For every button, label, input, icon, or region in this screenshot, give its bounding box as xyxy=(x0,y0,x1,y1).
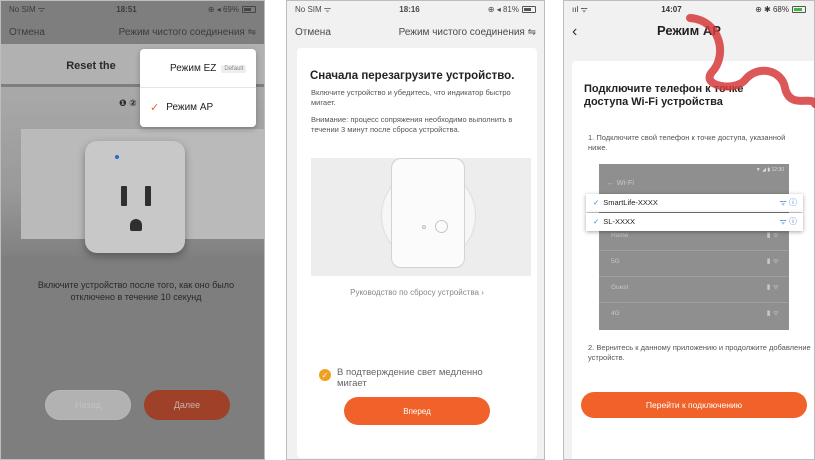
clock: 18:51 xyxy=(116,5,137,14)
smart-plug-image xyxy=(85,141,185,253)
next-button[interactable]: Далее xyxy=(144,390,230,420)
divider xyxy=(140,87,256,88)
network-name: SmartLife-XXXX xyxy=(603,198,658,207)
clock: 14:07 xyxy=(661,5,682,14)
device-illustration xyxy=(311,158,531,276)
signal-text: ııl ᯤ xyxy=(572,5,588,14)
screen-ez-mode-reset: No SIM ᯤ 18:51 ⊕ ◂ 69% Отмена Режим чист… xyxy=(0,0,265,460)
network-row: 4G ▮ ᯤ xyxy=(599,302,789,324)
clock: 18:16 xyxy=(399,5,420,14)
mode-dropdown: Режим EZ Default ✓ Режим AP xyxy=(140,49,256,127)
battery-icon xyxy=(241,6,256,14)
confirm-checkbox[interactable]: ✓ В подтверждение свет медленно мигает xyxy=(319,367,507,389)
back-button[interactable]: Назад xyxy=(45,390,131,420)
go-to-connection-button[interactable]: Перейти к подключению xyxy=(581,392,807,418)
carrier-text: No SIM ᯤ xyxy=(9,5,46,14)
option-ez-mode[interactable]: Режим EZ Default xyxy=(170,63,247,74)
lock-wifi-icon: ▮ ᯤ xyxy=(766,258,779,265)
led-dot-icon xyxy=(422,225,426,229)
socket-slot-left xyxy=(121,186,127,206)
cancel-button[interactable]: Отмена xyxy=(295,27,331,38)
option-ap-mode[interactable]: ✓ Режим AP xyxy=(150,101,213,114)
content-card: Сначала перезагрузите устройство. Включи… xyxy=(297,48,537,458)
check-icon: ✓ xyxy=(593,217,600,226)
battery-status: ⊕ ✱ 68% xyxy=(755,5,806,14)
warning-note: Внимание: процесс сопряжения необходимо … xyxy=(311,115,513,134)
socket-ground-hole xyxy=(130,219,142,231)
cancel-button[interactable]: Отмена xyxy=(9,27,45,38)
content-card: Подключите телефон к точке доступа Wi-Fi… xyxy=(572,61,814,459)
screen-ap-mode: ııl ᯤ 14:07 ⊕ ✱ 68% ‹ Режим AP Подключит… xyxy=(563,0,815,460)
device-outline xyxy=(391,158,465,268)
carrier-text: No SIM ᯤ xyxy=(295,5,332,14)
screen-reset-device: No SIM ᯤ 18:16 ⊕ ◂ 81% Отмена Режим чист… xyxy=(286,0,545,460)
reset-guide-link[interactable]: Руководство по сбросу устройства › xyxy=(297,288,537,297)
status-bar: No SIM ᯤ 18:16 ⊕ ◂ 81% xyxy=(287,1,544,18)
confirm-label: В подтверждение свет медленно мигает xyxy=(337,367,483,389)
option-ez-label: Режим EZ xyxy=(170,63,217,74)
page-title: Подключите телефон к точке доступа Wi-Fi… xyxy=(584,83,744,108)
battery-status: ⊕ ◂ 81% xyxy=(488,5,536,14)
page-title: Сначала перезагрузите устройство. xyxy=(310,70,515,82)
nav-title: Режим AP xyxy=(657,23,721,38)
led-indicator-icon xyxy=(115,155,119,159)
status-bar: ııl ᯤ 14:07 ⊕ ✱ 68% xyxy=(564,1,814,18)
check-icon: ✓ xyxy=(150,102,160,114)
reset-button-icon xyxy=(435,220,448,233)
network-row: 5G ▮ ᯤ xyxy=(599,250,789,272)
instruction-text: Включите устройство после того, как оно … xyxy=(37,280,235,302)
wifi-statusbar: ▼ ◢ ▮ 12:30 xyxy=(755,167,784,173)
network-name: SL-XXXX xyxy=(603,217,635,226)
socket-slot-right xyxy=(145,186,151,206)
wifi-info-icon: ᯤ ⓘ xyxy=(779,198,797,207)
battery-icon xyxy=(521,6,536,14)
forward-button[interactable]: Вперед xyxy=(344,397,490,425)
step-2-text: 2. Вернитесь к данному приложению и прод… xyxy=(588,343,811,362)
battery-status: ⊕ ◂ 69% xyxy=(208,5,256,14)
connection-mode-selector[interactable]: Режим чистого соединения ⇋ xyxy=(119,27,256,38)
nav-bar: Отмена Режим чистого соединения ⇋ xyxy=(1,21,264,43)
step-1-text: 1. Подключите свой телефон к точке досту… xyxy=(588,133,786,152)
option-ap-label: Режим AP xyxy=(166,102,214,113)
step-indicator: ❶ ② xyxy=(119,98,137,108)
lock-wifi-icon: ▮ ᯤ xyxy=(766,284,779,291)
check-icon: ✓ xyxy=(319,369,331,381)
highlighted-network-row: ✓ SmartLife-XXXX ᯤ ⓘ xyxy=(586,194,803,212)
wifi-label: ← Wi-Fi xyxy=(607,178,635,187)
network-row: Guest ▮ ᯤ xyxy=(599,276,789,298)
status-bar: No SIM ᯤ 18:51 ⊕ ◂ 69% xyxy=(1,1,264,18)
connection-mode-selector[interactable]: Режим чистого соединения ⇋ xyxy=(399,27,536,38)
default-badge: Default xyxy=(221,64,247,73)
battery-icon xyxy=(792,6,806,14)
check-icon: ✓ xyxy=(593,198,600,207)
highlighted-network-row: ✓ SL-XXXX ᯤ ⓘ xyxy=(586,213,803,231)
instruction-text: Включите устройство и убедитесь, что инд… xyxy=(311,88,511,107)
wifi-settings-screenshot: ▼ ◢ ▮ 12:30 ← Wi-Fi Home ▮ ᯤ 5G ▮ ᯤ Guest ▮… xyxy=(599,164,789,330)
wifi-info-icon: ᯤ ⓘ xyxy=(779,217,797,226)
nav-bar: Отмена Режим чистого соединения ⇋ xyxy=(287,21,544,43)
lock-wifi-icon: ▮ ᯤ xyxy=(766,310,779,317)
